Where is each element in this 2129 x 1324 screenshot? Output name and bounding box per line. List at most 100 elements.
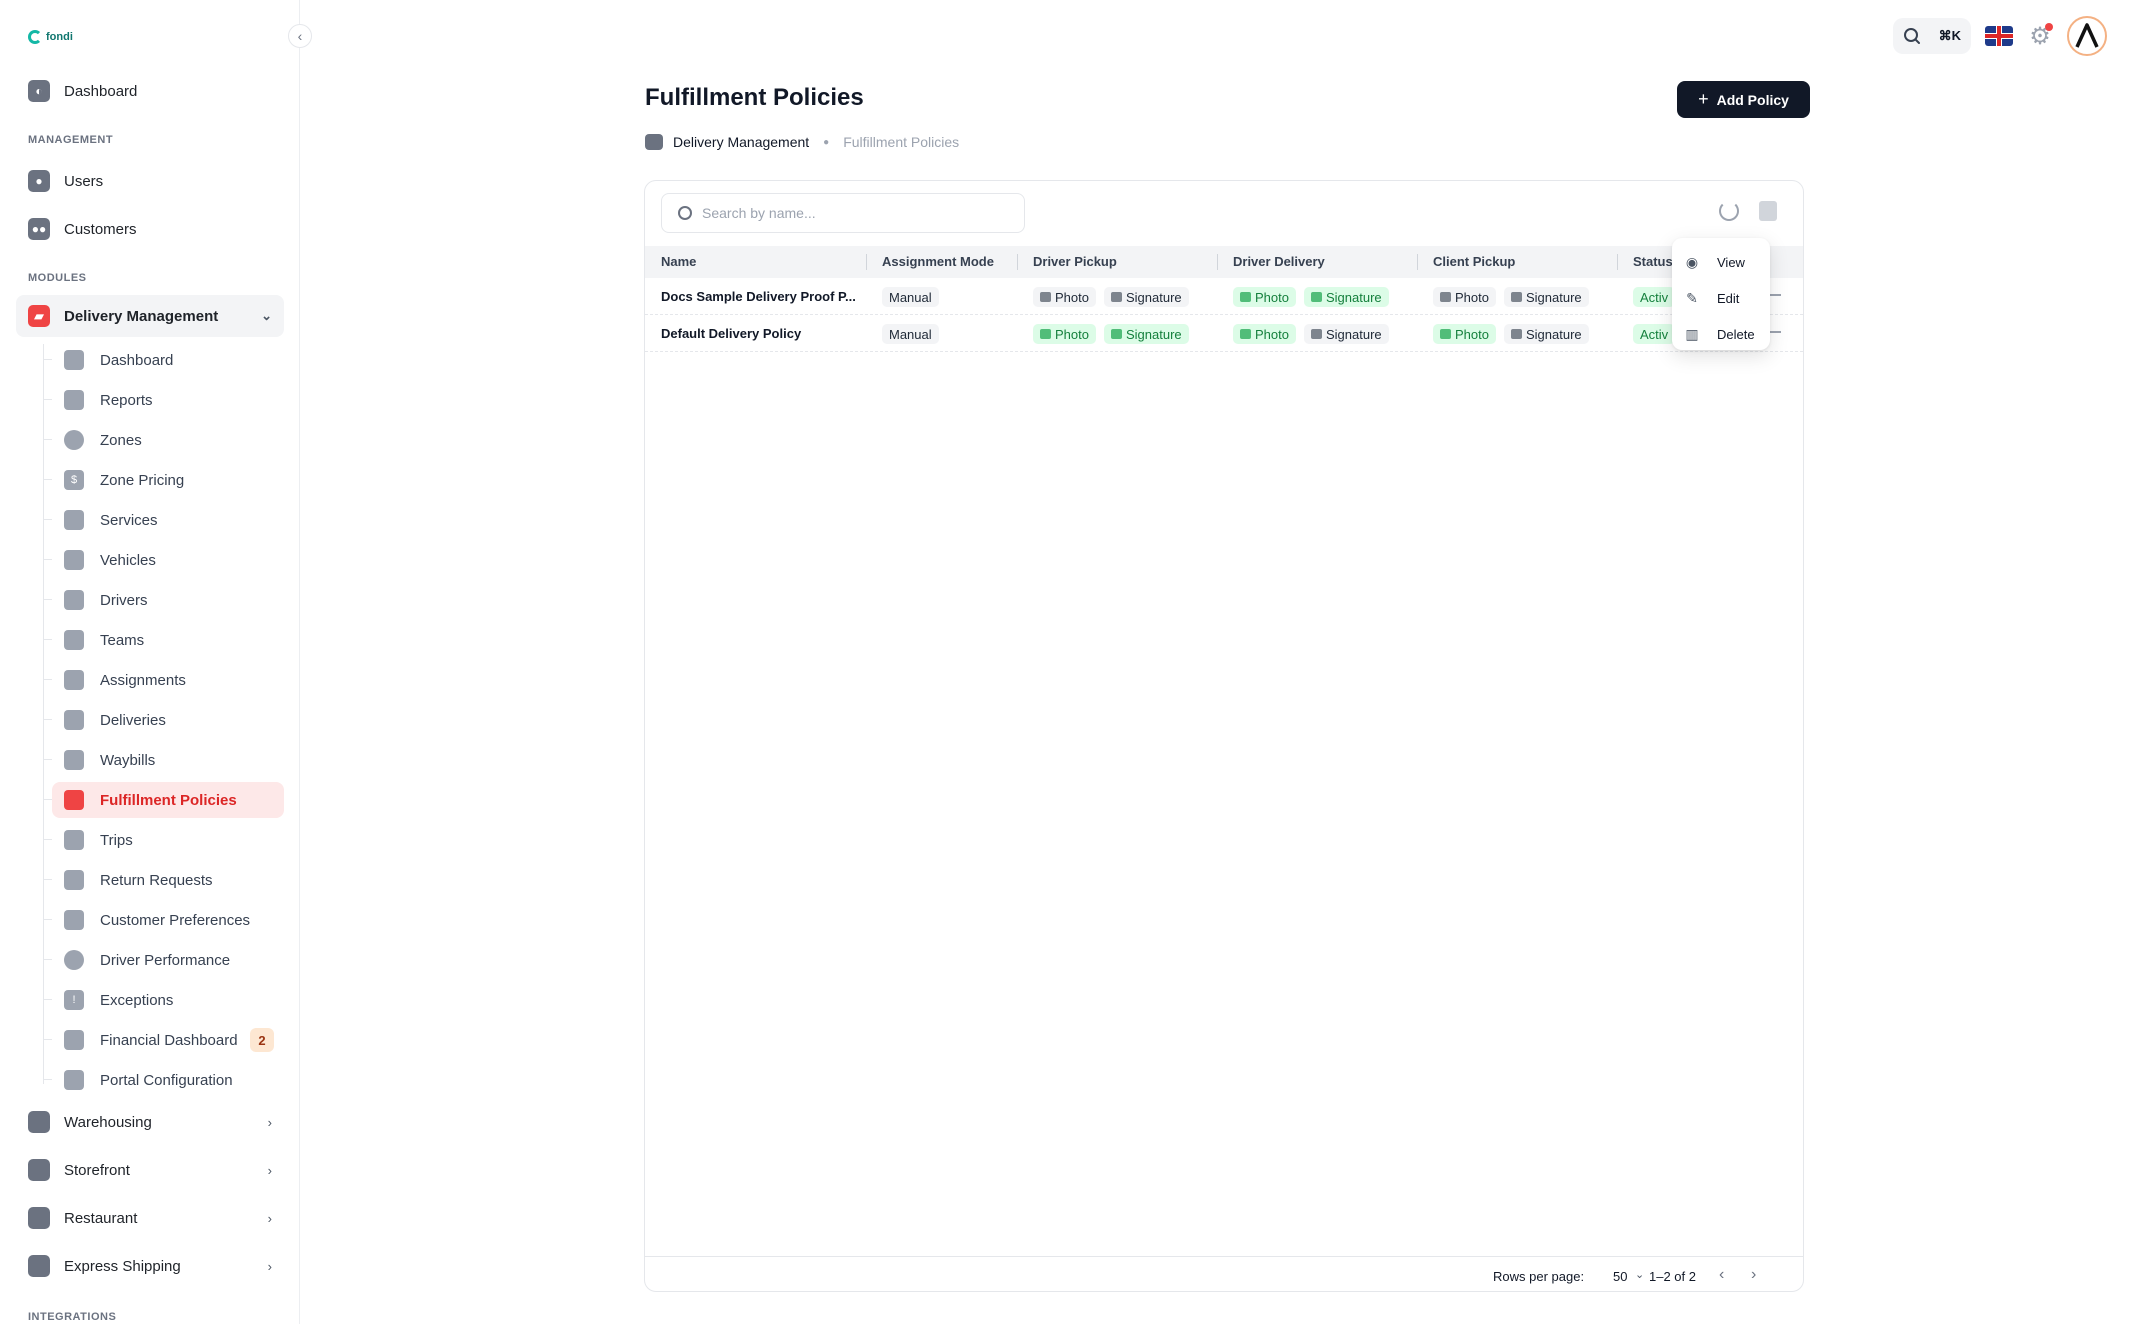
sidebar-subitem-label: Financial Dashboard — [100, 1031, 238, 1049]
search-field[interactable] — [661, 193, 1025, 233]
table-header: Name Assignment Mode Driver Pickup Drive… — [645, 246, 1803, 278]
photo-pill: Photo — [1233, 287, 1296, 307]
sidebar-subitem-financial-dashboard[interactable]: Financial Dashboard 2 — [43, 1022, 284, 1058]
sidebar-subitem-vehicles[interactable]: Vehicles — [43, 542, 284, 578]
speedometer-icon — [64, 950, 84, 970]
sidebar-item-label: Express Shipping — [64, 1257, 181, 1275]
restaurant-icon — [28, 1207, 50, 1229]
search-icon — [678, 206, 692, 220]
sidebar-subitem-trips[interactable]: Trips — [43, 822, 284, 858]
chevron-down-icon[interactable]: ⌄ — [1635, 1268, 1644, 1281]
photo-pill: Photo — [1433, 324, 1496, 344]
sidebar-subitem-label: Services — [100, 511, 158, 529]
avatar[interactable] — [2067, 16, 2107, 56]
sidebar-item-express-shipping[interactable]: Express Shipping › — [16, 1245, 284, 1287]
sidebar-subitem-label: Trips — [100, 831, 133, 849]
global-search-button[interactable]: ⌘K — [1893, 18, 1971, 54]
sidebar-item-customers[interactable]: ●● Customers — [16, 208, 284, 250]
plus-icon: + — [1698, 89, 1709, 109]
add-policy-button[interactable]: + Add Policy — [1677, 81, 1810, 118]
menu-item-view[interactable]: ◉ View — [1672, 244, 1770, 280]
map-pin-icon — [64, 430, 84, 450]
top-bar: ⌘K ⚙ — [1893, 16, 2107, 56]
pencil-icon: ✎ — [1686, 289, 1698, 306]
sidebar-subitem-label: Exceptions — [100, 991, 174, 1009]
brand-logo[interactable]: fondi — [28, 30, 73, 44]
policy-name[interactable]: Docs Sample Delivery Proof P... — [661, 289, 856, 304]
sidebar-subitem-label: Customer Preferences — [100, 911, 251, 929]
sidebar-subitem-waybills[interactable]: Waybills — [43, 742, 284, 778]
rows-per-page-select[interactable]: 50 — [1613, 1269, 1627, 1284]
menu-item-label: Delete — [1717, 326, 1755, 342]
menu-item-delete[interactable]: ▥ Delete — [1672, 316, 1770, 352]
sidebar-subitem-portal-configuration[interactable]: Portal Configuration — [43, 1062, 284, 1098]
policy-name[interactable]: Default Delivery Policy — [661, 326, 801, 341]
truck-icon — [64, 790, 84, 810]
previous-page-button[interactable]: ‹ — [1719, 1266, 1724, 1284]
menu-item-label: View — [1717, 254, 1745, 270]
sidebar-subitem-label: Driver Performance — [100, 951, 231, 969]
sidebar-item-dashboard[interactable]: ◐ Dashboard — [16, 70, 284, 112]
notification-badge: 2 — [250, 1028, 274, 1052]
column-header-driver-pickup[interactable]: Driver Pickup — [1033, 254, 1117, 269]
sidebar-subitem-teams[interactable]: Teams — [43, 622, 284, 658]
warning-icon: ! — [64, 990, 84, 1010]
sidebar-subitem-customer-preferences[interactable]: Customer Preferences — [43, 902, 284, 938]
sidebar-item-storefront[interactable]: Storefront › — [16, 1149, 284, 1191]
breadcrumb-current: Fulfillment Policies — [843, 134, 960, 150]
search-input[interactable] — [702, 205, 1002, 221]
bulk-delete-icon[interactable] — [1759, 201, 1777, 221]
sidebar-subitem-exceptions[interactable]: ! Exceptions — [43, 982, 284, 1018]
breadcrumb-separator: ● — [823, 136, 830, 148]
refresh-icon[interactable] — [1719, 201, 1739, 221]
sidebar-subitem-reports[interactable]: Reports — [43, 382, 284, 418]
sidebar-subitem-assignments[interactable]: Assignments — [43, 662, 284, 698]
dollar-icon: $ — [64, 470, 84, 490]
column-header-name[interactable]: Name — [661, 254, 696, 269]
column-header-assignment-mode[interactable]: Assignment Mode — [882, 254, 994, 269]
sidebar-subitem-label: Return Requests — [100, 871, 213, 889]
sidebar-subitem-driver-performance[interactable]: Driver Performance — [43, 942, 284, 978]
uk-flag-icon[interactable] — [1985, 26, 2013, 46]
settings-button[interactable]: ⚙ — [2027, 23, 2053, 50]
column-header-status[interactable]: Status — [1633, 254, 1673, 269]
signature-pill: Signature — [1503, 324, 1589, 344]
sidebar-subitem-services[interactable]: Services — [43, 502, 284, 538]
sidebar-subitem-dashboard[interactable]: Dashboard — [43, 342, 284, 378]
chevron-left-icon: ‹ — [297, 28, 303, 44]
sidebar-subitem-return-requests[interactable]: Return Requests — [43, 862, 284, 898]
sidebar-subitem-label: Drivers — [100, 591, 148, 609]
trip-truck-icon — [64, 830, 84, 850]
sidebar-subitem-drivers[interactable]: Drivers — [43, 582, 284, 618]
collapse-sidebar-button[interactable]: ‹ — [288, 24, 312, 48]
signature-pill: Signature — [1303, 287, 1389, 307]
photo-pill: Photo — [1233, 324, 1296, 344]
sidebar-subitem-zone-pricing[interactable]: $ Zone Pricing — [43, 462, 284, 498]
column-header-driver-delivery[interactable]: Driver Delivery — [1233, 254, 1325, 269]
pen-icon — [1310, 329, 1322, 339]
trash-icon: ▥ — [1685, 325, 1699, 342]
table-row[interactable]: Docs Sample Delivery Proof P... Manual P… — [645, 278, 1803, 315]
warehouse-icon — [28, 1111, 50, 1133]
sidebar-item-restaurant[interactable]: Restaurant › — [16, 1197, 284, 1239]
sidebar-item-warehousing[interactable]: Warehousing › — [16, 1101, 284, 1143]
sidebar-item-label: Users — [64, 172, 104, 190]
package-icon — [28, 1255, 50, 1277]
menu-item-edit[interactable]: ✎ Edit — [1672, 280, 1770, 316]
table-row[interactable]: Default Delivery Policy Manual Photo Sig… — [645, 315, 1803, 352]
sidebar-item-label: Delivery Management — [64, 307, 219, 325]
user-icon: ● — [28, 170, 50, 192]
signature-pill: Signature — [1503, 287, 1589, 307]
wrench-icon — [64, 1070, 84, 1090]
column-header-client-pickup[interactable]: Client Pickup — [1433, 254, 1515, 269]
sidebar-item-users[interactable]: ● Users — [16, 160, 284, 202]
box-icon — [64, 750, 84, 770]
sidebar-item-delivery-management[interactable]: ▰ Delivery Management ⌄ — [16, 295, 284, 337]
next-page-button[interactable]: › — [1751, 1266, 1756, 1284]
sidebar-subitem-deliveries[interactable]: Deliveries — [43, 702, 284, 738]
breadcrumb-link[interactable]: Delivery Management — [673, 134, 809, 150]
pen-icon — [1110, 292, 1122, 302]
sidebar-subitem-fulfillment-policies[interactable]: Fulfillment Policies — [43, 782, 284, 818]
notification-dot — [2045, 23, 2053, 31]
sidebar-subitem-zones[interactable]: Zones — [43, 422, 284, 458]
